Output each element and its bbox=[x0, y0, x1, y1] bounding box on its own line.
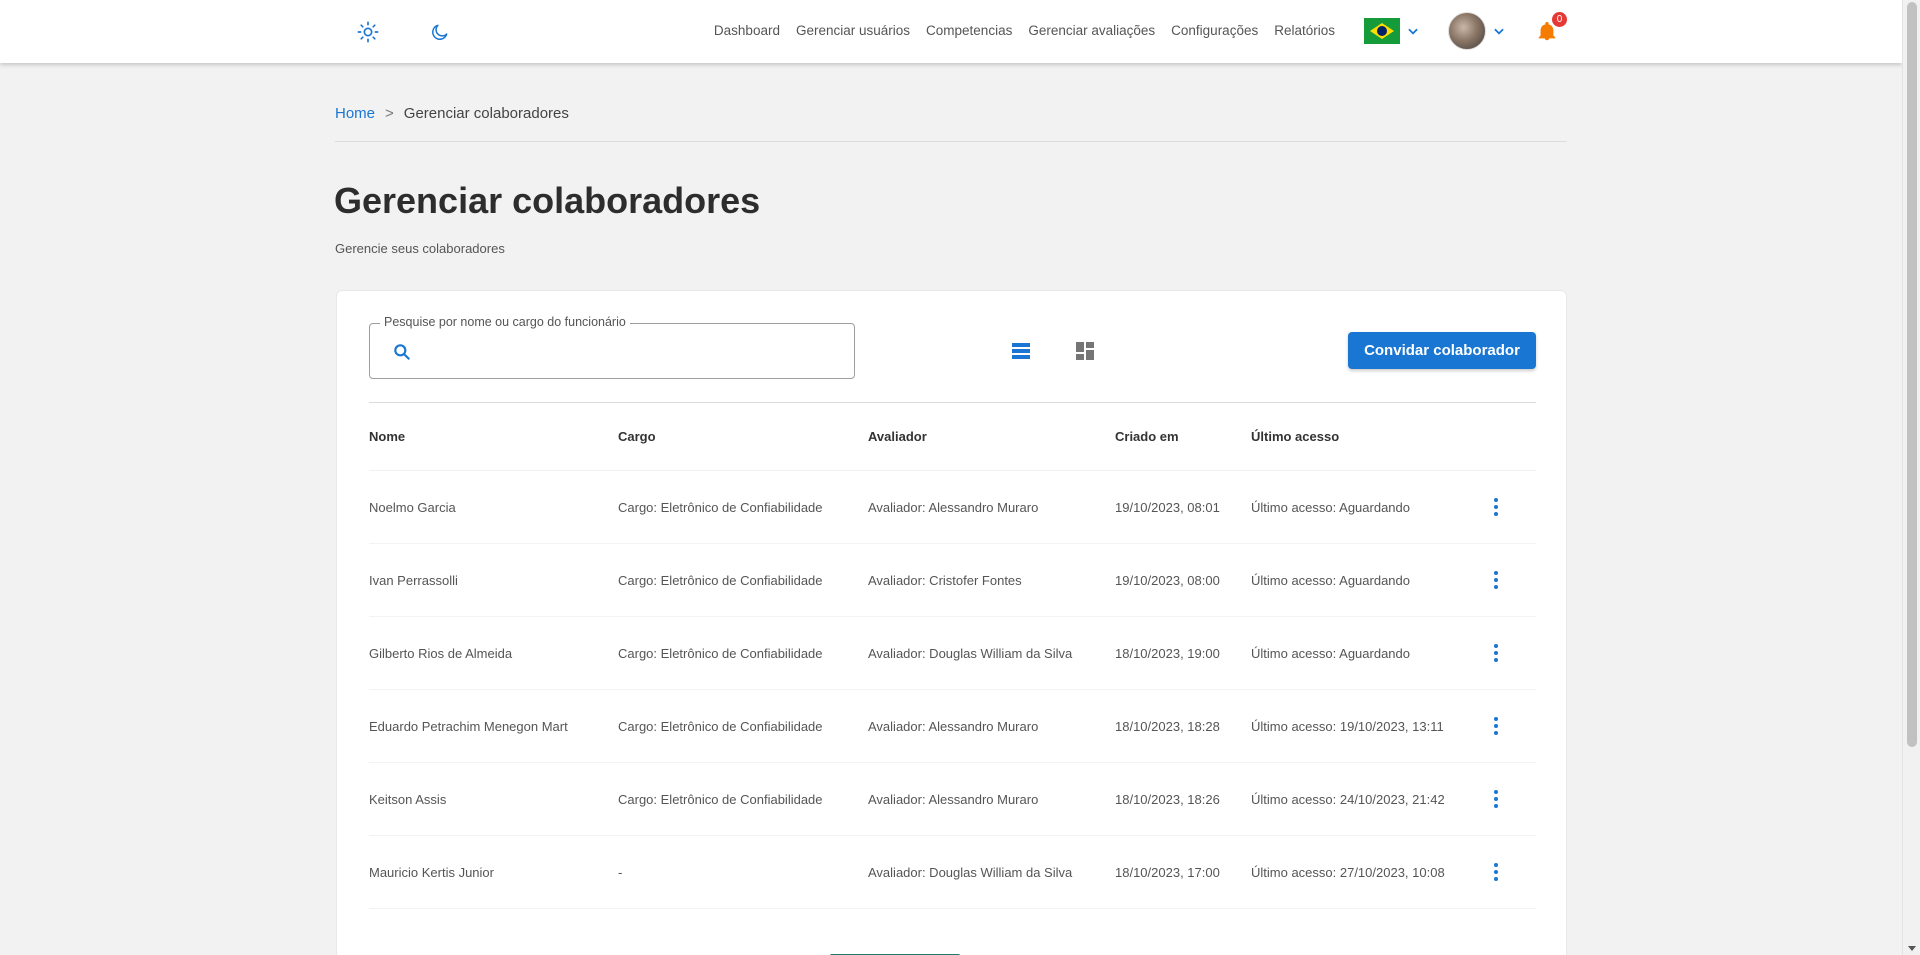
more-vertical-icon bbox=[1488, 715, 1504, 737]
cell-ultimo-acesso: Último acesso: 19/10/2023, 13:11 bbox=[1251, 718, 1444, 734]
more-vertical-icon bbox=[1488, 569, 1504, 591]
table-row[interactable]: Eduardo Petrachim Menegon Mart Cargo: El… bbox=[369, 690, 1536, 763]
more-vertical-icon bbox=[1488, 788, 1504, 810]
page-scrollbar[interactable] bbox=[1902, 0, 1920, 955]
cell-criado-em: 19/10/2023, 08:01 bbox=[1115, 499, 1220, 515]
search-icon bbox=[394, 344, 410, 360]
cell-criado-em: 18/10/2023, 17:00 bbox=[1115, 864, 1220, 880]
list-view-icon[interactable] bbox=[1009, 339, 1033, 363]
breadcrumb-current: Gerenciar colaboradores bbox=[403, 105, 569, 122]
language-selector[interactable] bbox=[1364, 18, 1420, 44]
column-header-criado-em[interactable]: Criado em bbox=[1115, 429, 1251, 444]
row-actions-button[interactable] bbox=[1481, 715, 1511, 737]
cell-ultimo-acesso: Último acesso: Aguardando bbox=[1251, 499, 1410, 515]
brazil-flag-icon bbox=[1364, 18, 1400, 44]
cell-avaliador: Avaliador: Alessandro Muraro bbox=[868, 718, 1039, 734]
notification-badge: 0 bbox=[1552, 12, 1567, 27]
column-header-cargo[interactable]: Cargo bbox=[618, 429, 868, 444]
row-actions-button[interactable] bbox=[1481, 496, 1511, 518]
breadcrumb-home[interactable]: Home bbox=[335, 105, 375, 122]
page-title: Gerenciar colaboradores bbox=[334, 180, 761, 221]
collaborators-card: Pesquise por nome ou cargo do funcionári… bbox=[336, 290, 1567, 955]
nav-gerenciar-usuarios[interactable]: Gerenciar usuários bbox=[796, 23, 910, 38]
main-nav: Dashboard Gerenciar usuários Competencia… bbox=[714, 23, 1335, 38]
cell-nome: Ivan Perrassolli bbox=[369, 572, 458, 588]
cell-avaliador: Avaliador: Cristofer Fontes bbox=[868, 572, 1022, 588]
scrollbar-thumb[interactable] bbox=[1907, 2, 1917, 747]
nav-competencias[interactable]: Competencias bbox=[926, 23, 1012, 38]
table-header: Nome Cargo Avaliador Criado em Último ac… bbox=[369, 403, 1536, 471]
row-actions-button[interactable] bbox=[1481, 569, 1511, 591]
column-header-avaliador[interactable]: Avaliador bbox=[868, 429, 1115, 444]
cell-cargo: Cargo: Eletrônico de Confiabilidade bbox=[618, 718, 823, 734]
cell-criado-em: 18/10/2023, 18:26 bbox=[1115, 791, 1220, 807]
divider bbox=[335, 141, 1567, 142]
cell-cargo: Cargo: Eletrônico de Confiabilidade bbox=[618, 645, 823, 661]
column-header-nome[interactable]: Nome bbox=[369, 429, 618, 444]
cell-criado-em: 19/10/2023, 08:00 bbox=[1115, 572, 1220, 588]
chevron-down-icon bbox=[1408, 28, 1418, 35]
cell-nome: Keitson Assis bbox=[369, 791, 447, 807]
cell-cargo: Cargo: Eletrônico de Confiabilidade bbox=[618, 499, 823, 515]
nav-configuracoes[interactable]: Configurações bbox=[1171, 23, 1258, 38]
nav-dashboard[interactable]: Dashboard bbox=[714, 23, 780, 38]
table-row[interactable]: Mauricio Kertis Junior - Avaliador: Doug… bbox=[369, 836, 1536, 909]
cell-ultimo-acesso: Último acesso: Aguardando bbox=[1251, 572, 1410, 588]
search-field[interactable]: Pesquise por nome ou cargo do funcionári… bbox=[369, 315, 855, 379]
more-vertical-icon bbox=[1488, 642, 1504, 664]
nav-gerenciar-avaliacoes[interactable]: Gerenciar avaliações bbox=[1028, 23, 1155, 38]
cell-ultimo-acesso: Último acesso: 24/10/2023, 21:42 bbox=[1251, 791, 1445, 807]
cell-cargo: - bbox=[618, 864, 623, 880]
user-menu[interactable] bbox=[1448, 12, 1506, 50]
sun-icon[interactable] bbox=[356, 20, 380, 44]
cell-nome: Noelmo Garcia bbox=[369, 499, 456, 515]
cell-cargo: Cargo: Eletrônico de Confiabilidade bbox=[618, 791, 823, 807]
invite-collaborator-button[interactable]: Convidar colaborador bbox=[1348, 332, 1536, 369]
more-vertical-icon bbox=[1488, 496, 1504, 518]
top-navbar: Dashboard Gerenciar usuários Competencia… bbox=[0, 0, 1902, 63]
avatar bbox=[1448, 12, 1486, 50]
grid-view-icon[interactable] bbox=[1073, 339, 1097, 363]
chevron-down-icon bbox=[1494, 28, 1504, 35]
cell-avaliador: Avaliador: Douglas William da Silva bbox=[868, 645, 1073, 661]
cell-avaliador: Avaliador: Alessandro Muraro bbox=[868, 791, 1039, 807]
cell-avaliador: Avaliador: Douglas William da Silva bbox=[868, 864, 1073, 880]
row-actions-button[interactable] bbox=[1481, 642, 1511, 664]
cell-nome: Eduardo Petrachim Menegon Mart bbox=[369, 718, 568, 734]
cell-nome: Gilberto Rios de Almeida bbox=[369, 645, 513, 661]
scroll-down-icon[interactable] bbox=[1908, 946, 1916, 951]
page-subtitle: Gerencie seus colaboradores bbox=[335, 241, 505, 256]
row-actions-button[interactable] bbox=[1481, 788, 1511, 810]
cell-criado-em: 18/10/2023, 18:28 bbox=[1115, 718, 1220, 734]
table-row[interactable]: Noelmo Garcia Cargo: Eletrônico de Confi… bbox=[369, 471, 1536, 544]
cell-ultimo-acesso: Último acesso: Aguardando bbox=[1251, 645, 1410, 661]
row-actions-button[interactable] bbox=[1481, 861, 1511, 883]
table-row[interactable]: Ivan Perrassolli Cargo: Eletrônico de Co… bbox=[369, 544, 1536, 617]
breadcrumb-separator: > bbox=[385, 105, 394, 122]
cell-criado-em: 18/10/2023, 19:00 bbox=[1115, 645, 1220, 661]
moon-icon[interactable] bbox=[428, 20, 452, 44]
search-label: Pesquise por nome ou cargo do funcionári… bbox=[380, 315, 630, 329]
breadcrumb: Home > Gerenciar colaboradores bbox=[335, 105, 569, 122]
more-vertical-icon bbox=[1488, 861, 1504, 883]
cell-ultimo-acesso: Último acesso: 27/10/2023, 10:08 bbox=[1251, 864, 1445, 880]
cell-nome: Mauricio Kertis Junior bbox=[369, 864, 494, 880]
column-header-ultimo-acesso[interactable]: Último acesso bbox=[1251, 429, 1481, 444]
cell-cargo: Cargo: Eletrônico de Confiabilidade bbox=[618, 572, 823, 588]
cell-avaliador: Avaliador: Alessandro Muraro bbox=[868, 499, 1039, 515]
collaborators-table: Nome Cargo Avaliador Criado em Último ac… bbox=[369, 403, 1536, 909]
table-row[interactable]: Keitson Assis Cargo: Eletrônico de Confi… bbox=[369, 763, 1536, 836]
nav-relatorios[interactable]: Relatórios bbox=[1274, 23, 1335, 38]
table-row[interactable]: Gilberto Rios de Almeida Cargo: Eletrôni… bbox=[369, 617, 1536, 690]
search-input[interactable] bbox=[424, 338, 824, 364]
